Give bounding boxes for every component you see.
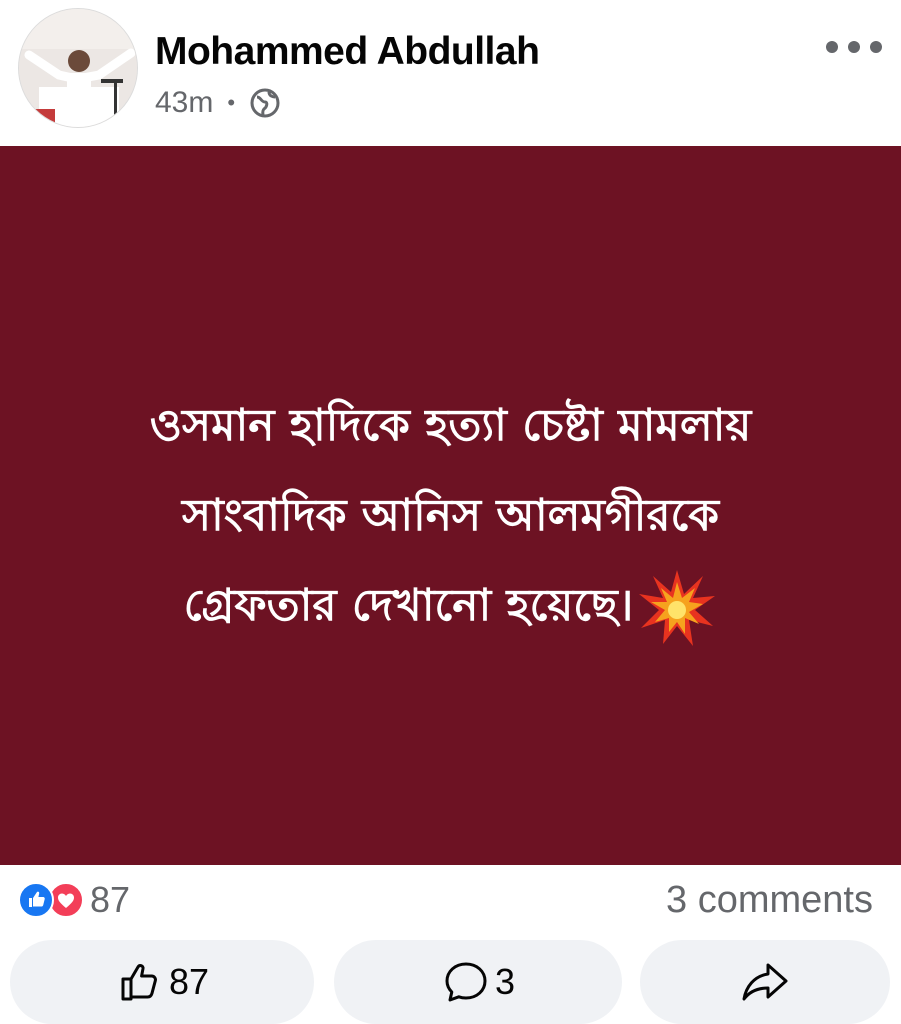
post-text-line: গ্রেফতার দেখানো হয়েছে।: [183, 579, 634, 631]
post-actions-bar: 87 3: [0, 940, 901, 1024]
comment-button[interactable]: 3: [334, 940, 622, 1024]
more-dot: [870, 41, 882, 53]
more-options-button[interactable]: [826, 34, 882, 60]
comment-button-count: 3: [494, 961, 516, 1002]
globe-icon: [250, 88, 280, 118]
thumbs-up-icon: [121, 964, 157, 1001]
post-timestamp[interactable]: 43m: [155, 86, 213, 120]
reactions-summary[interactable]: 87: [18, 878, 130, 922]
post-meta: 43m •: [155, 86, 281, 120]
comments-count-link[interactable]: 3 comments: [666, 878, 873, 922]
share-button[interactable]: [640, 940, 890, 1024]
post-text-line-with-emoji: গ্রেফতার দেখানো হয়েছে।: [11, 561, 891, 651]
post-text: ওসমান হাদিকে হত্যা চেষ্টা মামলায় সাংবাদ…: [11, 381, 891, 651]
post-header: Mohammed Abdullah 43m •: [0, 0, 901, 145]
author-name[interactable]: Mohammed Abdullah: [155, 30, 540, 74]
more-dot: [826, 41, 838, 53]
like-button-count: 87: [168, 961, 210, 1002]
post-text-line: সাংবাদিক আনিস আলমগীরকে: [181, 489, 719, 541]
reaction-count: 87: [90, 879, 131, 920]
author-avatar[interactable]: [18, 8, 138, 128]
meta-separator: •: [227, 90, 236, 115]
share-arrow-icon: [742, 963, 788, 1001]
post-content-background: ওসমান হাদিকে হত্যা চেষ্টা মামলায় সাংবাদ…: [0, 146, 901, 865]
collision-emoji-icon: [639, 569, 716, 646]
avatar-photo: [19, 9, 137, 127]
comment-bubble-icon: [445, 962, 487, 1002]
like-reaction-icon: [18, 882, 54, 918]
like-button[interactable]: 87: [10, 940, 314, 1024]
more-dot: [848, 41, 860, 53]
post-text-line: ওসমান হাদিকে হত্যা চেষ্টা মামলায়: [149, 399, 752, 451]
